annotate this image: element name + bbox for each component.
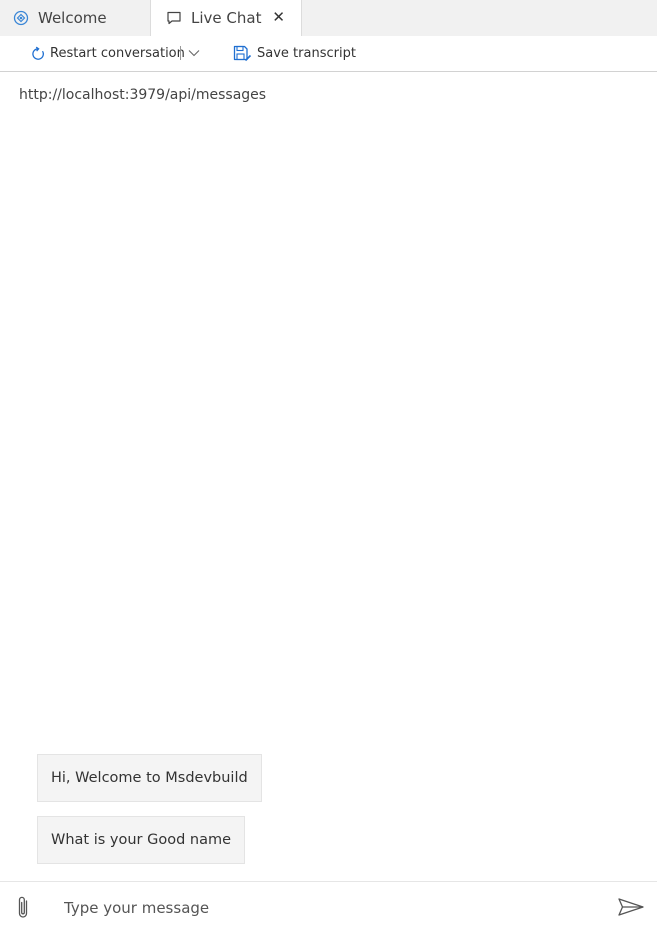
bot-message-text: Hi, Welcome to Msdevbuild bbox=[51, 770, 248, 786]
toolbar: Restart conversation Save transcript bbox=[0, 36, 657, 72]
refresh-icon bbox=[30, 46, 46, 62]
chat-bubble-icon bbox=[166, 10, 182, 26]
bot-message: Hi, Welcome to Msdevbuild bbox=[37, 754, 262, 802]
tab-live-chat[interactable]: Live Chat ✕ bbox=[150, 0, 302, 36]
paperclip-icon[interactable] bbox=[14, 895, 32, 925]
restart-conversation-label: Restart conversation bbox=[50, 46, 185, 61]
toolbar-divider bbox=[180, 46, 181, 60]
tab-welcome-label: Welcome bbox=[38, 9, 107, 27]
save-transcript-button[interactable]: Save transcript bbox=[233, 36, 356, 71]
bot-message: What is your Good name bbox=[37, 816, 246, 864]
message-input[interactable] bbox=[54, 892, 614, 924]
tab-live-chat-label: Live Chat bbox=[191, 9, 262, 27]
endpoint-url: http://localhost:3979/api/messages bbox=[19, 87, 267, 103]
message-composer bbox=[0, 881, 657, 934]
close-icon[interactable]: ✕ bbox=[272, 8, 285, 26]
tab-welcome[interactable]: Welcome bbox=[0, 0, 150, 36]
save-transcript-label: Save transcript bbox=[257, 46, 356, 61]
bot-emulator-icon bbox=[13, 10, 29, 26]
send-icon[interactable] bbox=[617, 897, 645, 921]
restart-conversation-button[interactable]: Restart conversation bbox=[30, 36, 185, 71]
restart-options-dropdown[interactable] bbox=[186, 36, 202, 71]
tab-bar: Welcome Live Chat ✕ bbox=[0, 0, 657, 36]
chevron-down-icon bbox=[188, 46, 200, 61]
bot-message-text: What is your Good name bbox=[51, 832, 232, 848]
save-icon bbox=[233, 45, 252, 62]
